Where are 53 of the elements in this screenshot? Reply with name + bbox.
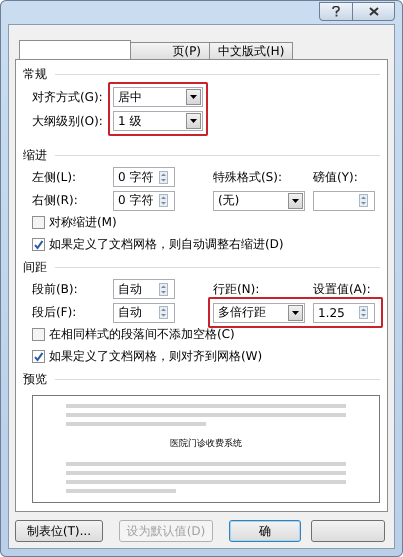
caret-icon <box>292 310 299 314</box>
checkbox[interactable] <box>32 328 45 340</box>
checkbox-label: 如果定义了文档网格，则对齐到网格(W) <box>49 348 262 364</box>
section-title: 缩进 <box>23 146 47 164</box>
tab[interactable]: 页(P) <box>130 42 210 59</box>
checkbox[interactable] <box>32 238 45 250</box>
dialog-button[interactable]: 制表位(T)... <box>15 520 103 542</box>
dropdown[interactable]: 居中 <box>113 87 203 107</box>
spin-field[interactable]: 自动 <box>113 279 175 299</box>
field-label: 设置值(A): <box>313 280 372 298</box>
dropdown[interactable]: 1 级 <box>113 111 203 131</box>
field-label: 行距(N): <box>213 280 260 298</box>
section-title: 常规 <box>23 66 47 82</box>
tab[interactable]: 中文版式(H) <box>209 42 294 59</box>
spin-field[interactable]: 0 字符 <box>113 167 175 187</box>
spinner-icon <box>159 170 168 184</box>
help-icon <box>332 6 340 17</box>
section-title: 预览 <box>23 370 47 388</box>
field-label: 大纲级别(O): <box>32 112 104 130</box>
caret-icon <box>190 95 197 99</box>
spin-field[interactable] <box>313 190 375 210</box>
spinner-icon <box>159 282 168 296</box>
field-label: 段后(F): <box>32 304 78 321</box>
dialog-button[interactable]: 确 <box>229 520 301 542</box>
checkbox-label: 对称缩进(M) <box>49 214 117 230</box>
spin-field[interactable]: 1.25 <box>313 302 375 322</box>
spinner-icon <box>159 306 168 319</box>
tab[interactable] <box>19 40 131 59</box>
close-icon <box>368 7 378 16</box>
preview-text: 医院门诊收费系统 <box>170 438 242 450</box>
help-button[interactable] <box>319 2 353 21</box>
checkbox[interactable] <box>32 350 45 362</box>
spin-field[interactable]: 0 字符 <box>113 190 175 210</box>
field-label: 段前(B): <box>32 280 79 298</box>
checkbox-label: 如果定义了文档网格，则自动调整右缩进(D) <box>49 236 284 252</box>
field-label: 左侧(L): <box>32 168 78 186</box>
section-title: 间距 <box>23 258 47 276</box>
spin-field[interactable]: 自动 <box>113 302 175 322</box>
spinner-icon <box>159 194 168 207</box>
dialog-button[interactable] <box>311 520 385 542</box>
spinner-icon <box>359 194 368 207</box>
dropdown[interactable]: 多倍行距 <box>213 302 305 322</box>
checkbox-label: 在相同样式的段落间不添加空格(C) <box>49 326 235 342</box>
field-label: 磅值(Y): <box>313 168 359 186</box>
field-label: 特殊格式(S): <box>213 168 284 186</box>
caret-icon <box>292 198 299 202</box>
field-label: 右侧(R): <box>32 192 79 209</box>
spinner-icon <box>359 306 368 319</box>
checkbox[interactable] <box>32 216 45 228</box>
caret-icon <box>190 119 197 123</box>
dropdown[interactable]: (无) <box>213 190 305 210</box>
field-label: 对齐方式(G): <box>32 88 104 106</box>
close-button[interactable] <box>353 2 395 21</box>
